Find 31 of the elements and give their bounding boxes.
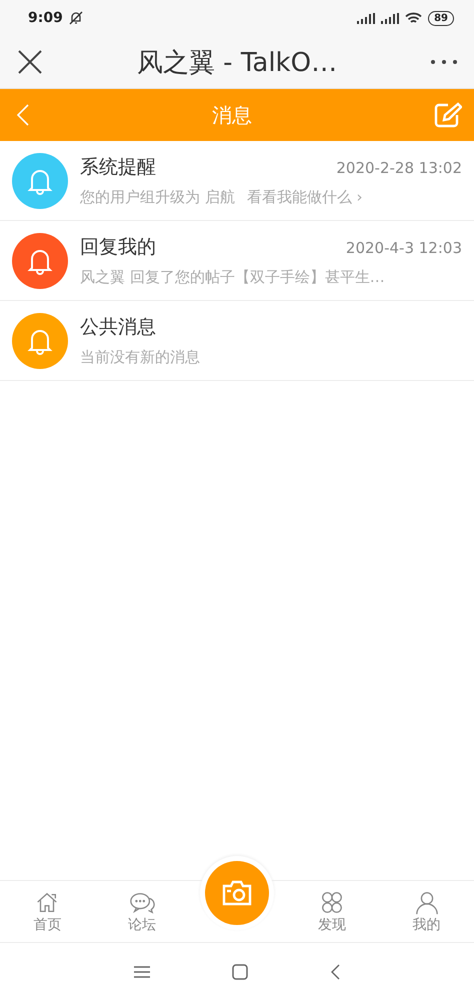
tab-item[interactable]: 发现 (284, 881, 380, 942)
more-icon[interactable] (430, 59, 458, 65)
message-row[interactable]: 公共消息 当前没有新的消息 (0, 301, 474, 381)
menu-icon[interactable] (134, 966, 150, 978)
message-title: 回复我的 (80, 235, 157, 260)
page-title: 消息 (211, 102, 253, 128)
message-preview: 您的用户组升级为 启航 (80, 188, 235, 207)
window-title: 风之翼 - TalkO… (136, 46, 338, 80)
back-icon[interactable] (330, 964, 340, 980)
signal-icon (357, 12, 376, 24)
signal-icon (381, 12, 400, 24)
message-row[interactable]: 系统提醒 2020-2-28 13:02 您的用户组升级为 启航 看看我能做什么 › (0, 141, 474, 221)
close-icon[interactable] (16, 48, 44, 76)
tab-item[interactable]: 论坛 (94, 881, 190, 942)
message-preview: 当前没有新的消息 (80, 348, 200, 367)
message-link[interactable]: 看看我能做什么 › (246, 188, 363, 207)
battery-level: 89 (428, 10, 454, 26)
message-title: 公共消息 (80, 315, 157, 340)
message-preview: 风之翼 回复了您的帖子【双子手绘】甚平生… (80, 268, 385, 287)
tab-item[interactable]: 首页 (0, 881, 95, 942)
message-row[interactable]: 回复我的 2020-4-3 12:03 风之翼 回复了您的帖子【双子手绘】甚平生… (0, 221, 474, 301)
tab-item[interactable]: 我的 (379, 881, 474, 942)
home-square-icon[interactable] (232, 964, 248, 980)
person-icon (414, 890, 440, 916)
wifi-icon (405, 12, 422, 24)
bell-muted-icon (68, 11, 83, 25)
message-title: 系统提醒 (80, 155, 157, 180)
message-time: 2020-2-28 13:02 (336, 159, 462, 177)
clock-time: 9:09 (28, 10, 63, 26)
message-time: 2020-4-3 12:03 (346, 239, 462, 257)
camera-icon (220, 880, 253, 906)
